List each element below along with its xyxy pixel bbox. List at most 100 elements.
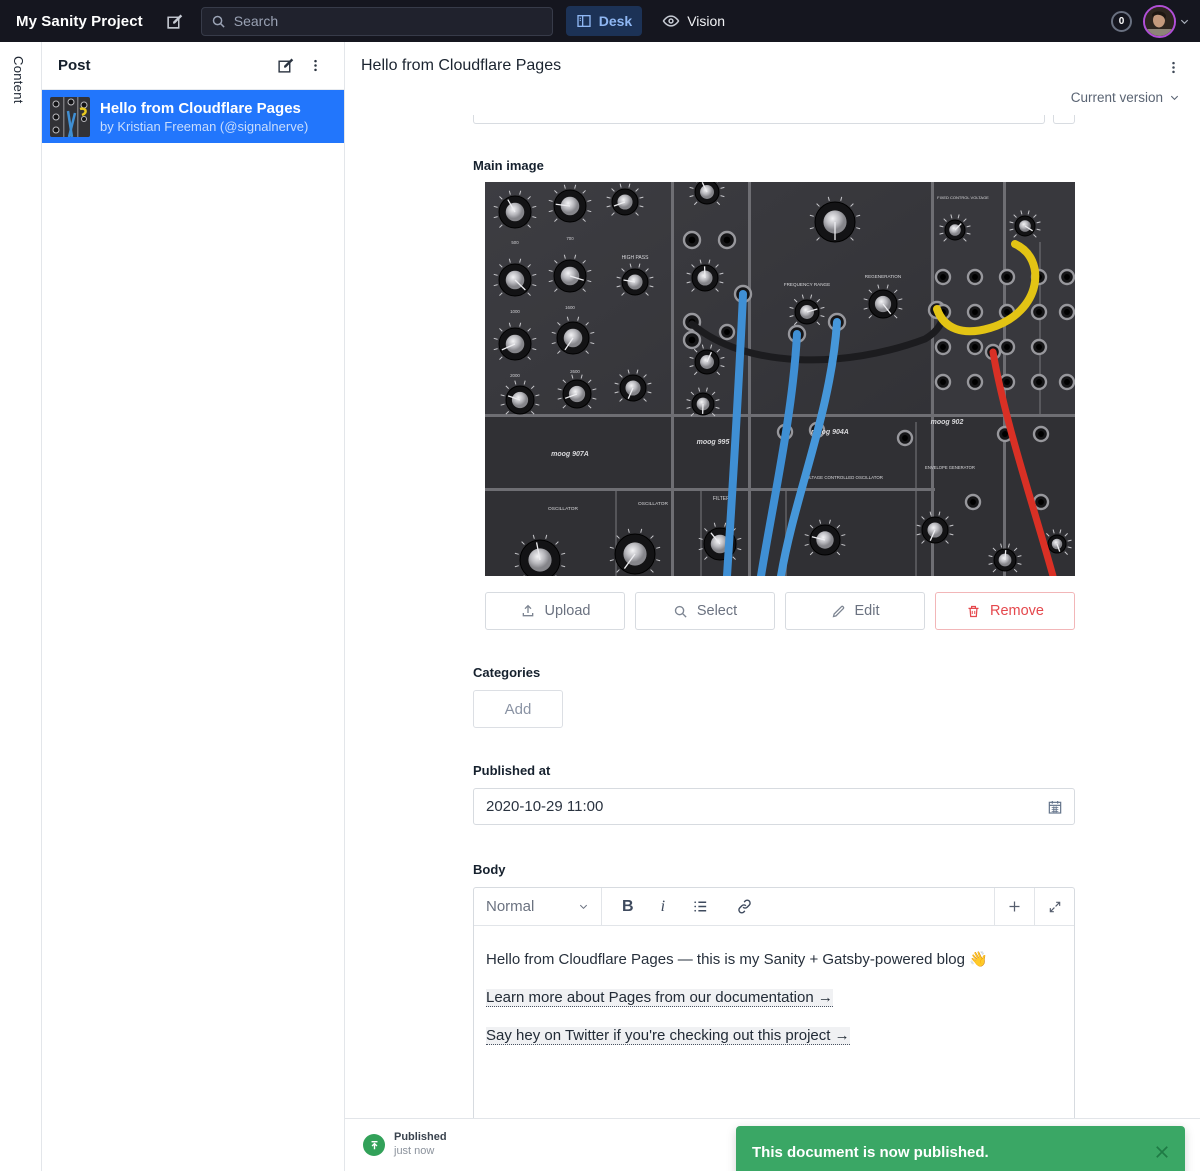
document-pane: Hello from Cloudflare Pages Current vers… [345, 42, 1200, 1171]
desk-label: Desk [599, 13, 632, 29]
publish-status-time: just now [394, 1145, 447, 1159]
remove-button[interactable]: Remove [935, 592, 1075, 630]
clipped-field-input[interactable] [473, 115, 1045, 124]
list-item[interactable]: Hello from Cloudflare Pages by Kristian … [42, 90, 344, 143]
trash-icon [966, 604, 981, 619]
editor-content[interactable]: Hello from Cloudflare Pages — this is my… [474, 926, 1074, 1044]
calendar-icon [1047, 799, 1063, 815]
insert-block-button[interactable] [994, 888, 1034, 925]
kebab-icon [308, 58, 323, 73]
upload-button[interactable]: Upload [485, 592, 625, 630]
style-selector[interactable]: Normal [474, 888, 602, 925]
post-list-pane: Post Hello from Cloudflare Pages by Kris… [42, 42, 345, 1171]
new-document-button[interactable] [270, 51, 300, 81]
expand-icon [1048, 900, 1062, 914]
edit-button[interactable]: Edit [785, 592, 925, 630]
tab-desk[interactable]: Desk [566, 6, 642, 36]
main-image-label: Main image [473, 158, 544, 173]
pane-menu-button[interactable] [300, 51, 330, 81]
body-label: Body [473, 862, 506, 877]
publish-status-label: Published [394, 1131, 447, 1145]
format-buttons: B i [602, 888, 994, 925]
pencil-icon [831, 604, 846, 619]
upload-icon [520, 603, 536, 619]
photo-label: VOLTAGE CONTROLLED OSCILLATOR [803, 475, 883, 480]
version-selector[interactable]: Current version [1071, 90, 1180, 105]
rail-item-content[interactable]: Content [11, 56, 26, 104]
search-icon [673, 604, 688, 619]
document-title: Hello from Cloudflare Pages [361, 57, 561, 75]
notification-badge[interactable]: 0 [1111, 11, 1132, 32]
list-item-text: Hello from Cloudflare Pages by Kristian … [100, 100, 308, 134]
bold-button[interactable]: B [622, 898, 634, 916]
photo-dial-label: 2600 [570, 369, 580, 374]
publish-status-icon [363, 1134, 385, 1156]
top-navbar: My Sanity Project Desk Vision 0 [0, 0, 1200, 42]
upload-label: Upload [545, 603, 591, 619]
compose-icon [166, 13, 183, 30]
content-rail: Content [0, 42, 42, 1171]
list-item-title: Hello from Cloudflare Pages [100, 100, 308, 117]
published-at-label: Published at [473, 763, 550, 778]
publish-status: Published just now [394, 1131, 447, 1159]
photo-dial-label: 700 [566, 236, 574, 241]
remove-label: Remove [990, 603, 1044, 619]
photo-dial-label: 1600 [565, 305, 575, 310]
search-bar[interactable] [201, 7, 553, 36]
photo-label: FREQUENCY RANGE [784, 282, 830, 287]
desk-icon [576, 13, 592, 29]
sanity-studio: My Sanity Project Desk Vision 0 [0, 0, 1200, 1171]
toast-success: This document is now published. [736, 1126, 1185, 1171]
chevron-down-icon [1169, 92, 1180, 103]
search-icon [211, 14, 226, 29]
clipped-field-button[interactable] [1053, 115, 1075, 124]
link-icon [736, 898, 753, 915]
search-input[interactable] [234, 13, 524, 29]
photo-dial-label: 1000 [510, 309, 520, 314]
categories-label: Categories [473, 665, 540, 680]
navbar-right: 0 [1111, 5, 1190, 38]
italic-button[interactable]: i [661, 898, 665, 916]
photo-label: FIXED CONTROL VOLTAGE [937, 195, 989, 200]
kebab-icon [1166, 60, 1181, 75]
select-button[interactable]: Select [635, 592, 775, 630]
published-at-input[interactable] [474, 798, 1036, 815]
document-menu-button[interactable] [1158, 52, 1188, 82]
editor-toolbar: Normal B i [474, 888, 1074, 926]
body-link[interactable]: Say hey on Twitter if you're checking ou… [486, 1027, 850, 1045]
photo-label: ENVELOPE GENERATOR [925, 465, 975, 470]
avatar[interactable] [1143, 5, 1176, 38]
version-label: Current version [1071, 90, 1163, 105]
body-link[interactable]: Learn more about Pages from our document… [486, 989, 833, 1007]
expand-editor-button[interactable] [1034, 888, 1074, 925]
add-category-button[interactable]: Add [473, 690, 563, 728]
bullet-list-button[interactable] [692, 898, 709, 915]
tab-vision[interactable]: Vision [652, 6, 735, 36]
compose-icon [277, 57, 294, 74]
photo-dial-label: 500 [511, 240, 519, 245]
post-list-header: Post [42, 42, 344, 90]
photo-label: OSCILLATOR [548, 506, 578, 512]
photo-label: HIGH PASS [622, 255, 650, 261]
chevron-down-icon[interactable] [1179, 16, 1190, 27]
published-at-field [473, 788, 1075, 825]
edit-label: Edit [855, 603, 880, 619]
link-button[interactable] [736, 898, 753, 915]
photo-label: OSCILLATOR [638, 501, 668, 507]
toast-message: This document is now published. [752, 1144, 1153, 1161]
photo-label: moog 902 [931, 419, 964, 426]
body-paragraph[interactable]: Hello from Cloudflare Pages — this is my… [486, 950, 1062, 968]
close-icon[interactable] [1153, 1143, 1171, 1161]
pane-title: Post [58, 57, 91, 74]
calendar-button[interactable] [1036, 799, 1074, 815]
main-image-photo[interactable]: HIGH PASS FREQUENCY RANGE REGENERATION F… [485, 182, 1075, 576]
document-form: Main image [345, 115, 1200, 1118]
photo-label: moog 907A [551, 451, 589, 458]
image-actions: Upload Select Edit [485, 592, 1075, 630]
chevron-down-icon [578, 901, 589, 912]
eye-icon [662, 12, 680, 30]
photo-label: REGENERATION [865, 274, 901, 279]
document-thumbnail [50, 97, 90, 137]
vision-label: Vision [687, 13, 725, 29]
compose-button[interactable] [161, 7, 189, 35]
